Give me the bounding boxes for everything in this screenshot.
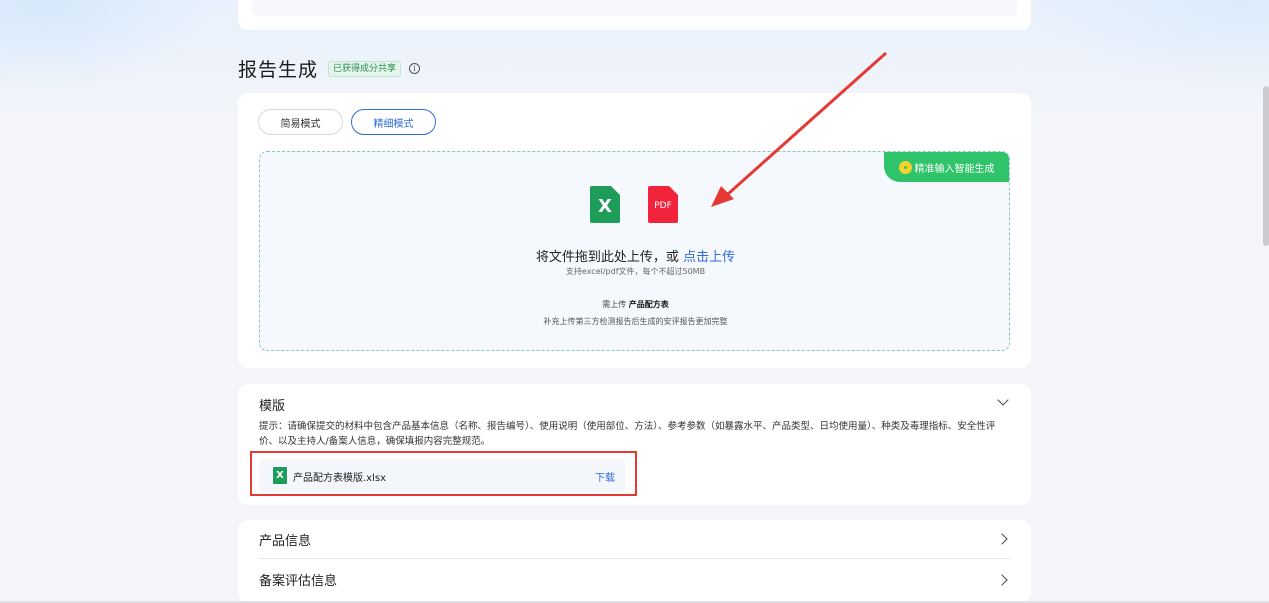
section-product-info[interactable]: 产品信息 <box>259 520 1010 559</box>
excel-glyph: X <box>598 196 612 217</box>
pdf-file-icon: PDF <box>648 186 678 223</box>
collapsible-sections-card: 产品信息 备案评估信息 <box>238 520 1031 603</box>
mode-tabs: 简易模式 精细模式 <box>258 109 436 135</box>
smart-generate-ribbon: 精准输入智能生成 <box>884 152 1009 182</box>
page-scrollbar[interactable] <box>1263 86 1269 246</box>
section-product-info-label: 产品信息 <box>259 533 312 549</box>
upload-constraints: 支持excel/pdf文件，每个不超过50MB <box>565 267 706 276</box>
required-prefix: 需上传 <box>602 300 627 309</box>
report-section-header: 报告生成 已获得成分共享 i <box>238 55 421 82</box>
background-decoration-right <box>1009 0 1269 90</box>
upload-instruction: 将文件拖到此处上传，或 点击上传 <box>260 246 1009 265</box>
previous-section-card <box>238 0 1031 30</box>
file-drop-zone[interactable]: 精准输入智能生成 X PDF 将文件拖到此处上传，或 点击上传 支持excel/… <box>259 151 1010 351</box>
detailed-mode-button[interactable]: 精细模式 <box>351 109 436 135</box>
pdf-glyph: PDF <box>654 201 672 211</box>
section-filing-assessment[interactable]: 备案评估信息 <box>259 560 1010 599</box>
chevron-right-icon <box>996 573 1008 586</box>
section-filing-assessment-label: 备案评估信息 <box>259 574 338 589</box>
info-icon[interactable]: i <box>409 63 421 74</box>
file-type-icons: X PDF <box>590 186 678 223</box>
excel-file-icon: X <box>590 186 620 223</box>
upload-hint: 补充上传第三方检测报告后生成的安评报告更加完整 <box>543 317 728 326</box>
ribbon-label: 精准输入智能生成 <box>914 163 995 175</box>
click-upload-link[interactable]: 点击上传 <box>683 250 735 265</box>
template-title: 模版 <box>259 399 286 414</box>
gear-icon <box>898 160 912 174</box>
previous-section-strip <box>252 0 1017 16</box>
chevron-down-icon[interactable] <box>997 394 1009 406</box>
template-tip: 提示：请确保提交的材料中包含产品基本信息（名称、报告编号）、使用说明（使用部位、… <box>259 421 996 447</box>
report-generation-card: 简易模式 精细模式 精准输入智能生成 X PDF 将文件拖到此处上传，或 点击上… <box>238 93 1031 368</box>
page-title: 报告生成 <box>238 59 319 81</box>
upload-instruction-text: 将文件拖到此处上传，或 <box>535 250 679 265</box>
required-file-name: 产品配方表 <box>628 300 669 309</box>
background-decoration-left <box>0 0 220 90</box>
share-status-badge: 已获得成分共享 <box>328 60 402 77</box>
simple-mode-button[interactable]: 简易模式 <box>258 109 343 135</box>
chevron-right-icon <box>996 533 1008 545</box>
highlight-annotation-box <box>250 451 637 496</box>
required-file-line: 需上传 产品配方表 <box>260 299 1009 310</box>
